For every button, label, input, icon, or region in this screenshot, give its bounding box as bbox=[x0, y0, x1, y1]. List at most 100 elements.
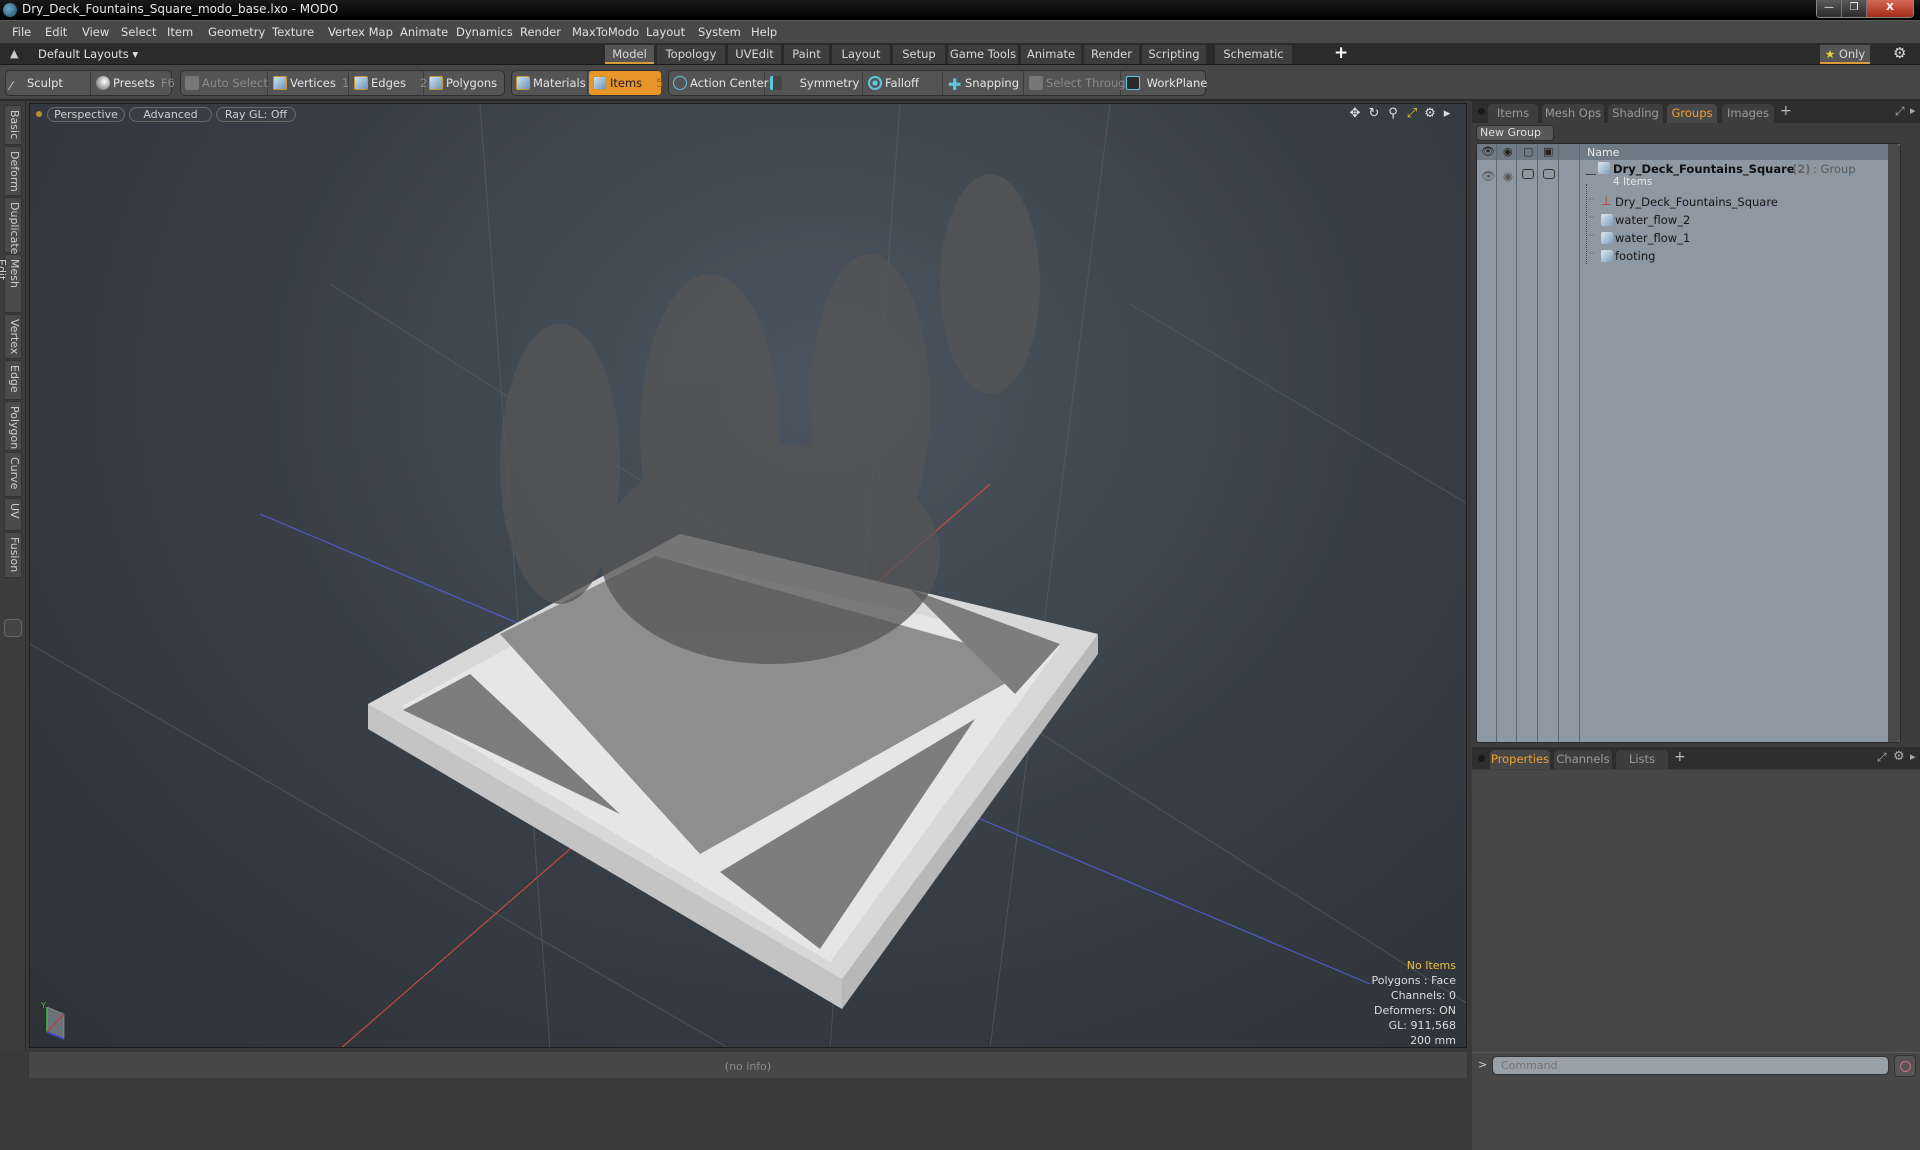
tab-layout[interactable]: Layout bbox=[832, 45, 890, 64]
tab-game-tools[interactable]: Game Tools bbox=[948, 45, 1018, 64]
menu-maxtomodo[interactable]: MaxToModo bbox=[572, 25, 639, 39]
vertices-button[interactable]: Vertices 1 bbox=[269, 71, 349, 95]
groups-scrollbar[interactable] bbox=[1888, 144, 1900, 742]
fit-view-icon[interactable]: ⤢ bbox=[1404, 106, 1420, 122]
falloff-button[interactable]: Falloff bbox=[864, 71, 943, 95]
tab-properties[interactable]: Properties bbox=[1490, 750, 1550, 769]
tab-groups[interactable]: Groups bbox=[1667, 104, 1717, 123]
auto-select-button[interactable]: Auto Select bbox=[181, 71, 268, 95]
presets-button[interactable]: Presets F6 bbox=[92, 71, 175, 95]
list-item[interactable]: ·· water_flow_2 bbox=[1477, 212, 1900, 230]
tab-render[interactable]: Render bbox=[1084, 45, 1139, 64]
pan-icon[interactable]: ✥ bbox=[1347, 106, 1363, 122]
menu-animate[interactable]: Animate bbox=[400, 25, 448, 39]
tab-channels[interactable]: Channels bbox=[1554, 750, 1612, 769]
new-group-button[interactable]: New Group bbox=[1476, 125, 1554, 141]
tab-duplicate[interactable]: Duplicate bbox=[4, 197, 22, 254]
panel-menu-arrow-icon[interactable]: ▸ bbox=[1910, 750, 1916, 763]
strip-toggle-button[interactable] bbox=[4, 619, 22, 637]
menu-texture[interactable]: Texture bbox=[272, 25, 314, 39]
restore-icon[interactable]: ❐ bbox=[1842, 0, 1867, 17]
tab-model[interactable]: Model bbox=[605, 45, 654, 64]
menu-help[interactable]: Help bbox=[751, 25, 777, 39]
menu-geometry[interactable]: Geometry bbox=[208, 25, 265, 39]
list-item[interactable]: ·· ⊥ Dry_Deck_Fountains_Square bbox=[1477, 194, 1900, 212]
only-toggle[interactable]: ★ Only bbox=[1820, 45, 1870, 64]
tab-items[interactable]: Items bbox=[1488, 104, 1538, 123]
3d-viewport[interactable]: Y Perspective Advanced Ray GL: Off ✥ ↻ ⚲… bbox=[29, 103, 1467, 1048]
tab-animate[interactable]: Animate bbox=[1021, 45, 1081, 64]
menu-item[interactable]: Item bbox=[167, 25, 193, 39]
tab-uvedit[interactable]: UVEdit bbox=[728, 45, 781, 64]
menu-dynamics[interactable]: Dynamics bbox=[456, 25, 513, 39]
panel-options-dot[interactable] bbox=[1478, 755, 1485, 762]
polygons-button[interactable]: Polygons bbox=[425, 71, 505, 95]
close-icon[interactable]: X bbox=[1867, 0, 1913, 17]
tab-shading[interactable]: Shading bbox=[1608, 104, 1663, 123]
workplane-button[interactable]: WorkPlane bbox=[1122, 71, 1207, 95]
expand-panel-icon[interactable]: ⤢ bbox=[1877, 750, 1887, 765]
shading-mode-button[interactable]: Advanced bbox=[129, 107, 212, 122]
minimize-icon[interactable]: — bbox=[1817, 0, 1842, 17]
default-layouts-dropdown[interactable]: Default Layouts ▾ bbox=[38, 47, 138, 61]
menu-system[interactable]: System bbox=[698, 25, 741, 39]
tab-mesh-edit[interactable]: Mesh Edit bbox=[0, 254, 22, 313]
menu-layout[interactable]: Layout bbox=[646, 25, 685, 39]
tab-schematic-fusion[interactable]: Schematic Fusion bbox=[1215, 45, 1292, 79]
panel-settings-icon[interactable]: ⚙ bbox=[1893, 749, 1905, 764]
tab-edge[interactable]: Edge bbox=[4, 360, 22, 400]
viewport-menu-arrow-icon[interactable]: ▸ bbox=[1439, 106, 1455, 122]
materials-button[interactable]: Materials bbox=[512, 71, 588, 95]
record-macro-button[interactable] bbox=[1894, 1055, 1916, 1077]
select-toggle[interactable] bbox=[1543, 169, 1555, 179]
menu-render[interactable]: Render bbox=[520, 25, 561, 39]
tab-topology[interactable]: Topology bbox=[657, 45, 725, 64]
tab-setup[interactable]: Setup bbox=[893, 45, 945, 64]
panel-options-dot[interactable] bbox=[1478, 108, 1485, 115]
render-toggle-icon[interactable]: ◉ bbox=[1503, 169, 1513, 183]
gear-icon[interactable]: ⚙ bbox=[1893, 44, 1906, 62]
tab-polygon[interactable]: Polygon bbox=[4, 401, 22, 451]
name-column-header[interactable]: Name bbox=[1587, 146, 1619, 159]
tab-fusion[interactable]: Fusion bbox=[4, 532, 22, 578]
perspective-button[interactable]: Perspective bbox=[47, 107, 125, 122]
tab-curve[interactable]: Curve bbox=[4, 452, 22, 497]
lock-toggle[interactable] bbox=[1522, 169, 1534, 179]
tab-scripting[interactable]: Scripting bbox=[1142, 45, 1206, 64]
tab-basic[interactable]: Basic bbox=[4, 105, 22, 145]
items-button[interactable]: Items 5 bbox=[589, 71, 664, 95]
snapping-button[interactable]: ✚ Snapping bbox=[944, 71, 1024, 95]
panel-menu-arrow-icon[interactable]: ▸ bbox=[1910, 104, 1916, 117]
tab-images[interactable]: Images bbox=[1722, 104, 1774, 123]
tab-lists[interactable]: Lists bbox=[1616, 750, 1668, 769]
symmetry-button[interactable]: Symmetry bbox=[766, 71, 863, 95]
raygl-button[interactable]: Ray GL: Off bbox=[216, 107, 296, 122]
action-center-button[interactable]: Action Center bbox=[669, 71, 768, 95]
menu-view[interactable]: View bbox=[82, 25, 109, 39]
sculpt-button[interactable]: ⁄ Sculpt bbox=[6, 71, 91, 95]
list-item[interactable]: ·· water_flow_1 bbox=[1477, 230, 1900, 248]
viewport-options-dot[interactable] bbox=[36, 111, 42, 117]
add-panel-tab-button[interactable]: + bbox=[1674, 749, 1686, 765]
menu-edit[interactable]: Edit bbox=[45, 25, 67, 39]
tab-uv[interactable]: UV bbox=[4, 498, 22, 531]
menu-select[interactable]: Select bbox=[121, 25, 156, 39]
tab-mesh-ops[interactable]: Mesh Ops bbox=[1542, 104, 1604, 123]
menu-file[interactable]: File bbox=[12, 25, 31, 39]
command-input[interactable] bbox=[1492, 1056, 1889, 1075]
collapse-arrow-icon[interactable]: ▲ bbox=[10, 47, 18, 60]
menu-vertex-map[interactable]: Vertex Map bbox=[328, 25, 393, 39]
zoom-icon[interactable]: ⚲ bbox=[1385, 106, 1401, 122]
list-item[interactable]: ·· footing bbox=[1477, 248, 1900, 266]
rotate-icon[interactable]: ↻ bbox=[1366, 106, 1382, 122]
edges-button[interactable]: Edges 2 bbox=[350, 71, 427, 95]
tab-deform[interactable]: Deform bbox=[4, 146, 22, 196]
expand-panel-icon[interactable]: ⤢ bbox=[1895, 104, 1905, 119]
group-row[interactable]: 👁 ◉ — Dry_Deck_Fountains_Square (2) : Gr… bbox=[1477, 162, 1900, 194]
add-panel-tab-button[interactable]: + bbox=[1780, 103, 1792, 119]
viewport-settings-icon[interactable]: ⚙ bbox=[1422, 106, 1438, 122]
visibility-toggle-icon[interactable]: 👁 bbox=[1481, 169, 1496, 183]
tab-paint[interactable]: Paint bbox=[784, 45, 829, 64]
tab-vertex[interactable]: Vertex bbox=[4, 314, 22, 359]
add-tab-button[interactable]: + bbox=[1334, 43, 1348, 63]
